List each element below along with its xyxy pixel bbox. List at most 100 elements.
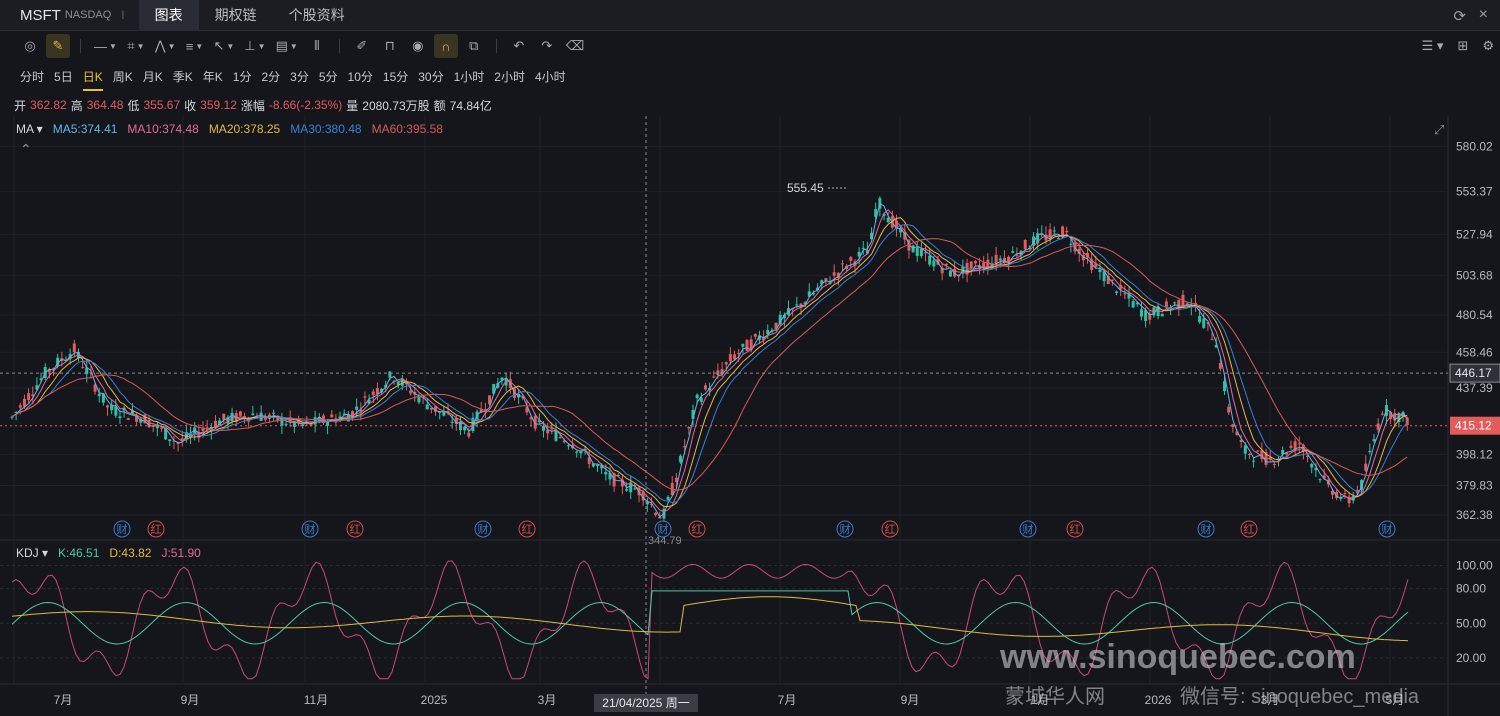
period-6[interactable]: 年K bbox=[203, 66, 223, 87]
magnet-icon[interactable]: ∩ bbox=[433, 34, 458, 58]
candle-body bbox=[1247, 454, 1251, 456]
candle-body bbox=[22, 398, 26, 407]
measure-tool-icon[interactable]: ⊥ ▼ bbox=[241, 34, 268, 58]
period-3[interactable]: 周K bbox=[113, 66, 133, 87]
candle-body bbox=[1160, 313, 1164, 317]
period-2[interactable]: 日K bbox=[82, 66, 103, 91]
period-8[interactable]: 2分 bbox=[261, 66, 280, 87]
candle-body bbox=[1023, 239, 1027, 250]
period-7[interactable]: 1分 bbox=[233, 66, 252, 87]
candle-body bbox=[114, 406, 118, 416]
kdj-legend-name[interactable]: KDJ ▾ bbox=[16, 546, 48, 560]
kdj-tick-1: 80.00 bbox=[1456, 582, 1486, 596]
kdj-legend[interactable]: KDJ ▾ K:46.51 D:43.82 J:51.90 bbox=[16, 546, 201, 560]
period-10[interactable]: 5分 bbox=[319, 66, 338, 87]
period-16[interactable]: 4小时 bbox=[535, 66, 566, 87]
candle-body bbox=[919, 248, 923, 257]
candle-body bbox=[284, 423, 288, 425]
undo-icon[interactable]: ↶ bbox=[507, 34, 531, 58]
trash-icon[interactable]: ⌫ bbox=[563, 34, 587, 58]
watermark-url: www.sinoquebec.com bbox=[999, 638, 1356, 676]
period-14[interactable]: 1小时 bbox=[454, 66, 485, 87]
candle-body bbox=[915, 247, 919, 256]
watermark-wechat: 微信号: sinoquebec_media bbox=[1180, 685, 1420, 708]
indicator-icon[interactable]: ⫴ bbox=[305, 34, 329, 58]
candle-body bbox=[1123, 293, 1127, 295]
text-tool-icon[interactable]: ▤ ▼ bbox=[273, 34, 301, 58]
quote-bar: 开 362.82 高 364.48 低 355.67 收 359.12 涨幅 -8.66(… bbox=[0, 96, 1500, 114]
candle-body bbox=[222, 413, 226, 420]
period-12[interactable]: 15分 bbox=[383, 66, 408, 87]
price-tick-9: 362.38 bbox=[1456, 508, 1493, 522]
line-tool-icon[interactable]: — ▼ bbox=[91, 34, 120, 58]
event-label-earnings: 财 bbox=[840, 522, 851, 536]
candle-body bbox=[969, 261, 973, 269]
tab-chart[interactable]: 图表 bbox=[138, 0, 199, 31]
candle-body bbox=[97, 393, 101, 397]
ma5-line bbox=[11, 202, 1408, 518]
candle-body bbox=[1310, 463, 1314, 468]
pen-icon[interactable]: ✐ bbox=[350, 34, 374, 58]
pattern-tool-icon[interactable]: ⋀ ▼ bbox=[152, 34, 179, 58]
symbol-ticker: MSFT bbox=[20, 6, 61, 24]
period-15[interactable]: 2小时 bbox=[494, 66, 525, 87]
period-5[interactable]: 季K bbox=[173, 66, 193, 87]
tab-option-chain[interactable]: 期权链 bbox=[199, 0, 273, 31]
event-label-dividend: 红 bbox=[350, 523, 361, 536]
period-4[interactable]: 月K bbox=[143, 66, 163, 87]
close-icon[interactable]: × bbox=[1479, 6, 1488, 24]
ma-legend[interactable]: MA ▾ MA5:374.41 MA10:374.48 MA20:378.25 MA30… bbox=[16, 122, 443, 136]
candle-body bbox=[1098, 269, 1102, 273]
candle-body bbox=[272, 412, 276, 414]
time-tick-1: 9月 bbox=[181, 693, 200, 707]
candle-body bbox=[205, 427, 209, 429]
layout-icon[interactable]: ☰ ▾ bbox=[1422, 38, 1444, 54]
ma-legend-item-3: MA30:380.48 bbox=[290, 122, 362, 136]
settings-icon[interactable]: ◎ bbox=[18, 34, 42, 58]
app-window: MSFT NASDAQ I 图表 期权链 个股资料 ⟳ × ◎ ✎ — ▼ ⌗ ▼ … bbox=[0, 0, 1500, 716]
toolbar-divider bbox=[495, 39, 497, 53]
redo-icon[interactable]: ↷ bbox=[535, 34, 559, 58]
period-1[interactable]: 5日 bbox=[54, 66, 73, 87]
ma-legend-item-4: MA60:395.58 bbox=[371, 122, 443, 136]
tab-stock-profile[interactable]: 个股资料 bbox=[273, 0, 361, 31]
refresh-icon[interactable]: ⟳ bbox=[1453, 7, 1466, 25]
lock-icon[interactable]: ⊓ bbox=[378, 34, 402, 58]
candle-body bbox=[973, 261, 977, 264]
crosshair-date-text: 21/04/2025 周一 bbox=[602, 696, 689, 710]
candle-body bbox=[1376, 423, 1380, 430]
draw-icon[interactable]: ✎ bbox=[46, 34, 70, 58]
candle-body bbox=[932, 260, 936, 267]
ma-legend-name[interactable]: MA ▾ bbox=[16, 122, 43, 136]
arrow-tool-icon[interactable]: ↖ ▼ bbox=[211, 34, 238, 58]
period-9[interactable]: 3分 bbox=[290, 66, 309, 87]
candle-body bbox=[1115, 291, 1119, 293]
candle-body bbox=[911, 245, 915, 253]
candle-body bbox=[251, 413, 255, 415]
time-tick-0: 7月 bbox=[54, 693, 73, 707]
amount-label: 额 bbox=[433, 98, 446, 113]
candle-body bbox=[1131, 301, 1135, 308]
candle-body bbox=[442, 412, 446, 416]
candle-body bbox=[1065, 230, 1069, 233]
gear-icon[interactable]: ⚙ bbox=[1482, 38, 1494, 54]
rect-tool-icon[interactable]: ⌗ ▼ bbox=[124, 34, 148, 58]
period-13[interactable]: 30分 bbox=[418, 66, 443, 87]
candle-body bbox=[463, 426, 467, 431]
eye-icon[interactable]: ◉ bbox=[406, 34, 430, 58]
candle-body bbox=[695, 394, 699, 399]
fib-tool-icon[interactable]: ≡ ▼ bbox=[183, 34, 207, 58]
event-label-earnings: 财 bbox=[305, 522, 316, 536]
period-0[interactable]: 分时 bbox=[20, 66, 44, 87]
collapse-icon: ⌃ bbox=[20, 141, 32, 157]
period-11[interactable]: 10分 bbox=[348, 66, 373, 87]
crosshair-price-text: 446.17 bbox=[1455, 366, 1492, 380]
period-selector: 分时 5日 日K 周K 月K 季K 年K 1分 2分 3分 5分 10分 15分 30分 1小时 2小时 4小时 bbox=[0, 63, 1500, 91]
candlestick-chart[interactable]: 580.02 553.37 527.94 503.68 480.54 458.46 437.… bbox=[0, 116, 1500, 716]
candle-body bbox=[1011, 251, 1015, 253]
watermark-name: 蒙城华人网 bbox=[1005, 685, 1105, 708]
grid-icon[interactable]: ⊞ bbox=[1457, 38, 1468, 54]
link-icon[interactable]: ⧉ bbox=[462, 34, 486, 58]
candle-body bbox=[998, 258, 1002, 261]
candle-body bbox=[733, 354, 737, 360]
